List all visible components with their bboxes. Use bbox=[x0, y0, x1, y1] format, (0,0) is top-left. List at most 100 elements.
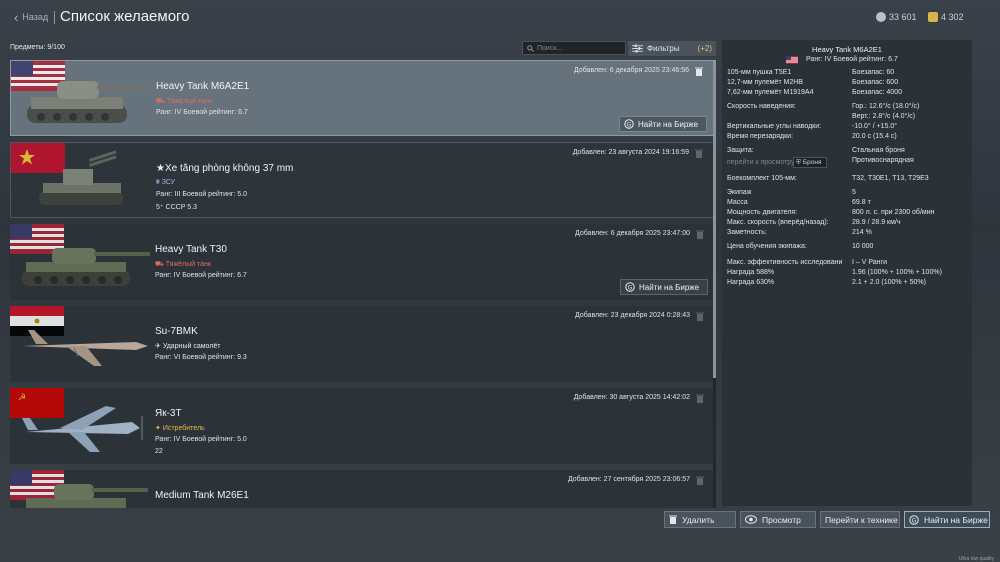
propeller-aircraft-image bbox=[22, 406, 143, 452]
added-date: Добавлен: 27 сентября 2025 23:06:57 bbox=[567, 476, 690, 483]
find-on-market-button[interactable]: G Найти на Бирже bbox=[619, 116, 707, 132]
search-icon bbox=[527, 44, 534, 52]
find-on-market-button[interactable]: G Найти на Бирже bbox=[904, 511, 990, 528]
vehicle-class: ⩩ ЗСУ bbox=[156, 179, 176, 186]
wishlist: Heavy Tank M6A2E1 ⛟ Тяжёлый танк Ранг: I… bbox=[10, 60, 716, 508]
research-efficiency-value: I – V Ранги bbox=[852, 259, 887, 266]
added-date: Добавлен: 6 декабря 2025 23:47:00 bbox=[575, 230, 690, 237]
trash-icon[interactable] bbox=[695, 149, 703, 158]
svg-text:G: G bbox=[627, 121, 632, 128]
market-label: Найти на Бирже bbox=[924, 514, 988, 525]
engine-value: 800 л. с. при 2300 об/мин bbox=[852, 209, 935, 216]
list-item[interactable]: ☭ Як-3Т ✦ Истребитель Ранг: IV Боевой ре… bbox=[10, 388, 714, 464]
vehicle-rank: Ранг: VI Боевой рейтинг: 9.3 bbox=[155, 354, 247, 361]
reload-label: Время перезарядки: bbox=[727, 133, 794, 140]
vehicle-name: Medium Tank M26E1 bbox=[155, 490, 249, 501]
trash-icon[interactable] bbox=[695, 67, 703, 76]
search-placeholder: Поиск... bbox=[537, 44, 563, 52]
elevation-label: Вертикальные углы наводки: bbox=[727, 123, 822, 130]
crew-training-value: 10 000 bbox=[852, 243, 874, 250]
silver-amount: 33 601 bbox=[889, 12, 917, 22]
heavy-tank-icon: ⛟ bbox=[155, 261, 166, 268]
filters-label: Фильтры bbox=[647, 44, 680, 53]
visibility-label: Заметность: bbox=[727, 229, 767, 236]
crew-value: 5 bbox=[852, 189, 856, 196]
back-label: Назад bbox=[22, 12, 49, 22]
list-item[interactable]: Medium Tank M26E1 Добавлен: 27 сентября … bbox=[10, 470, 714, 508]
vehicle-name: Як-3Т bbox=[155, 408, 182, 419]
find-on-market-button[interactable]: G Найти на Бирже bbox=[620, 279, 708, 295]
list-item[interactable]: Su-7BMK ✈ Ударный самолёт Ранг: VI Боево… bbox=[10, 306, 714, 382]
svg-text:G: G bbox=[628, 284, 633, 291]
elevation-value: -10.0° / +15.0° bbox=[852, 123, 898, 130]
back-button[interactable]: ‹ Назад bbox=[14, 11, 49, 24]
added-date: Добавлен: 23 августа 2024 19:16:59 bbox=[572, 149, 689, 156]
goto-vehicle-button[interactable]: Перейти к технике bbox=[820, 511, 900, 528]
heavy-tank-icon: ⛟ bbox=[156, 98, 167, 105]
trash-icon[interactable] bbox=[696, 476, 704, 485]
reward-rp-value: 1.96 (100% + 100% + 100%) bbox=[852, 269, 942, 276]
trash-icon[interactable] bbox=[696, 312, 704, 321]
speed-label: Макс. скорость (вперёд/назад): bbox=[727, 219, 829, 226]
weapon-3-ammo: Боезапас: 4000 bbox=[852, 89, 902, 96]
weapon-1-label: 105-мм пушка T5E1 bbox=[727, 69, 792, 76]
filters-count: (+2) bbox=[697, 44, 712, 53]
trash-icon[interactable] bbox=[696, 230, 704, 239]
usa-flag-icon bbox=[786, 56, 798, 64]
traverse-label: Скорость наведения: bbox=[727, 103, 796, 110]
reward-sl-value: 2.1 + 2.0 (100% + 50%) bbox=[852, 279, 926, 286]
scrollbar-thumb[interactable] bbox=[713, 60, 716, 378]
weapon-2-ammo: Боезапас: 600 bbox=[852, 79, 899, 86]
silver-lions-icon bbox=[876, 12, 886, 22]
engine-label: Мощность двигателя: bbox=[727, 209, 798, 216]
view-button[interactable]: Просмотр bbox=[740, 511, 816, 528]
trash-icon bbox=[669, 515, 677, 524]
fighter-icon: ✦ bbox=[155, 425, 163, 432]
vehicle-rank: Ранг: IV Боевой рейтинг: 6.7 bbox=[155, 272, 247, 279]
visibility-value: 214 % bbox=[852, 229, 872, 236]
vehicle-rank: Ранг: III Боевой рейтинг: 5.0 bbox=[156, 191, 248, 198]
gold-balance: 4 302 bbox=[928, 12, 964, 22]
trash-icon[interactable] bbox=[696, 394, 704, 403]
crew-label: Экипаж bbox=[727, 189, 752, 196]
goto-label: Перейти к технике bbox=[825, 514, 898, 525]
divider bbox=[54, 11, 55, 24]
armor-label: Броня bbox=[802, 159, 822, 166]
mass-value: 69.8 т bbox=[852, 199, 871, 206]
silver-balance: 33 601 bbox=[876, 12, 917, 22]
crew-training-label: Цена обучения экипажа: bbox=[727, 243, 807, 250]
sliders-icon bbox=[632, 44, 643, 53]
vehicle-name: Su-7BMK bbox=[155, 326, 198, 337]
vehicle-class: ⛟ Тяжёлый танк bbox=[156, 98, 212, 105]
armor-view-button[interactable]: ⛨ Броня bbox=[793, 157, 827, 168]
list-item[interactable]: ★Xe tăng phòng không 37 mm ⩩ ЗСУ Ранг: I… bbox=[10, 142, 714, 218]
footer-bar: Удалить Просмотр Перейти к технике G Най… bbox=[0, 508, 1000, 562]
view-armor-link[interactable]: перейти к просмотру bbox=[727, 159, 795, 166]
ammo-label: Боекомплект 105-мм: bbox=[727, 175, 797, 182]
protection-type: Противоснарядная bbox=[852, 157, 914, 164]
added-date: Добавлен: 23 декабря 2024 0:28:43 bbox=[575, 312, 690, 319]
filters-button[interactable]: Фильтры (+2) bbox=[628, 41, 716, 56]
vehicle-extra: 22 bbox=[155, 448, 163, 455]
reward-sl-label: Награда 630% bbox=[727, 279, 775, 286]
quality-label: Ultra low quality bbox=[958, 556, 994, 562]
mass-label: Масса bbox=[727, 199, 748, 206]
golden-eagles-icon bbox=[928, 12, 938, 22]
protection-label: Защита: bbox=[727, 147, 754, 154]
ammo-types: T32, T30E1, T13, T29E3 bbox=[852, 175, 929, 182]
list-item[interactable]: Heavy Tank T30 ⛟ Тяжёлый танк Ранг: IV Б… bbox=[10, 224, 714, 300]
speed-value: 28.9 / 28.9 км/ч bbox=[852, 219, 901, 226]
vehicle-rank: Ранг: IV Боевой рейтинг: 6.7 bbox=[156, 109, 248, 116]
page-title: Список желаемого bbox=[60, 8, 190, 25]
tank-image bbox=[27, 81, 149, 123]
vehicle-class: ⛟ Тяжёлый танк bbox=[155, 261, 211, 268]
delete-button[interactable]: Удалить bbox=[664, 511, 736, 528]
market-label: Найти на Бирже bbox=[638, 119, 699, 129]
weapon-1-ammo: Боезапас: 60 bbox=[852, 69, 895, 76]
list-item[interactable]: Heavy Tank M6A2E1 ⛟ Тяжёлый танк Ранг: I… bbox=[10, 60, 714, 136]
svg-text:G: G bbox=[912, 517, 917, 524]
protection-armor: Стальная броня bbox=[852, 147, 905, 154]
tank-image bbox=[26, 484, 148, 508]
top-bar: ‹ Назад Список желаемого 33 601 4 302 bbox=[0, 0, 1000, 36]
search-input[interactable]: Поиск... bbox=[522, 41, 626, 55]
